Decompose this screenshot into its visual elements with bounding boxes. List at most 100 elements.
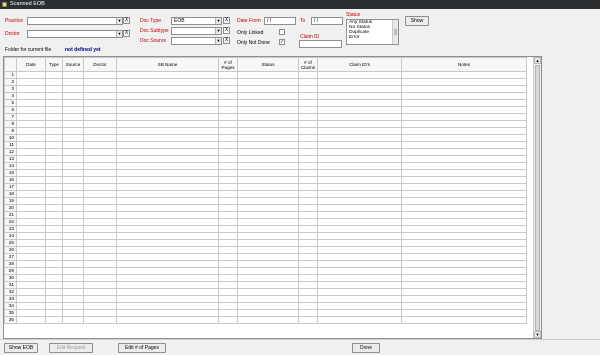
grid-cell[interactable] <box>218 155 238 163</box>
table-row[interactable]: 31 <box>4 281 527 289</box>
row-number[interactable]: 6 <box>4 106 17 114</box>
grid-cell[interactable] <box>218 225 238 233</box>
grid-cell[interactable] <box>45 267 63 275</box>
grid-cell[interactable] <box>116 218 219 226</box>
grid-cell[interactable] <box>218 232 238 240</box>
grid-cell[interactable] <box>237 162 299 170</box>
table-row[interactable]: 29 <box>4 267 527 275</box>
grid-cell[interactable] <box>401 134 527 142</box>
grid-cell[interactable] <box>16 302 46 310</box>
row-number[interactable]: 23 <box>4 225 17 233</box>
grid-cell[interactable] <box>218 211 238 219</box>
edit-request-button[interactable]: Edit Request <box>49 343 93 353</box>
table-row[interactable]: 22 <box>4 218 527 226</box>
grid-cell[interactable] <box>45 295 63 303</box>
grid-cell[interactable] <box>298 162 318 170</box>
grid-cell[interactable] <box>116 120 219 128</box>
grid-cell[interactable] <box>62 85 84 93</box>
grid-cell[interactable] <box>401 232 527 240</box>
grid-cell[interactable] <box>317 78 402 86</box>
grid-cell[interactable] <box>237 295 299 303</box>
grid-cell[interactable] <box>45 197 63 205</box>
grid-cell[interactable] <box>62 316 84 324</box>
grid-cell[interactable] <box>116 141 219 149</box>
grid-cell[interactable] <box>401 148 527 156</box>
grid-cell[interactable] <box>237 190 299 198</box>
grid-cell[interactable] <box>401 253 527 261</box>
row-number[interactable]: 5 <box>4 99 17 107</box>
only-not-done-checkbox[interactable]: ✓ <box>279 39 285 45</box>
grid-cell[interactable] <box>218 78 238 86</box>
grid-cell[interactable] <box>401 190 527 198</box>
grid-cell[interactable] <box>45 302 63 310</box>
grid-cell[interactable] <box>16 106 46 114</box>
grid-cell[interactable] <box>62 169 84 177</box>
grid-cell[interactable] <box>317 225 402 233</box>
grid-cell[interactable] <box>16 316 46 324</box>
grid-cell[interactable] <box>317 288 402 296</box>
grid-cell[interactable] <box>83 204 117 212</box>
row-number[interactable]: 12 <box>4 148 17 156</box>
grid-cell[interactable] <box>16 253 46 261</box>
status-scrollbar[interactable] <box>392 20 398 44</box>
row-number[interactable]: 26 <box>4 246 17 254</box>
grid-cell[interactable] <box>83 239 117 247</box>
grid-cell[interactable] <box>317 211 402 219</box>
column-header[interactable]: Source <box>62 57 84 72</box>
grid-cell[interactable] <box>218 295 238 303</box>
grid-cell[interactable] <box>317 309 402 317</box>
grid-cell[interactable] <box>317 85 402 93</box>
doc-source-clear-button[interactable]: X <box>223 37 230 44</box>
grid-cell[interactable] <box>237 92 299 100</box>
grid-cell[interactable] <box>298 316 318 324</box>
grid-cell[interactable] <box>116 169 219 177</box>
grid-cell[interactable] <box>16 190 46 198</box>
grid-cell[interactable] <box>317 267 402 275</box>
grid-cell[interactable] <box>218 85 238 93</box>
row-number[interactable]: 14 <box>4 162 17 170</box>
grid-cell[interactable] <box>62 309 84 317</box>
grid-cell[interactable] <box>401 274 527 282</box>
grid-cell[interactable] <box>317 260 402 268</box>
grid-cell[interactable] <box>62 302 84 310</box>
grid-cell[interactable] <box>83 141 117 149</box>
grid-cell[interactable] <box>317 120 402 128</box>
grid-cell[interactable] <box>298 141 318 149</box>
grid-cell[interactable] <box>16 232 46 240</box>
grid-cell[interactable] <box>401 211 527 219</box>
grid-cell[interactable] <box>83 78 117 86</box>
row-number[interactable]: 28 <box>4 260 17 268</box>
table-row[interactable]: 28 <box>4 260 527 268</box>
grid-cell[interactable] <box>45 85 63 93</box>
grid-cell[interactable] <box>83 225 117 233</box>
grid-cell[interactable] <box>16 288 46 296</box>
grid-cell[interactable] <box>237 288 299 296</box>
grid-cell[interactable] <box>401 267 527 275</box>
row-number[interactable]: 29 <box>4 267 17 275</box>
grid-cell[interactable] <box>45 162 63 170</box>
grid-cell[interactable] <box>45 183 63 191</box>
grid-cell[interactable] <box>298 85 318 93</box>
grid-cell[interactable] <box>62 190 84 198</box>
grid-cell[interactable] <box>16 120 46 128</box>
chevron-down-icon[interactable]: ▼ <box>215 18 221 24</box>
grid-cell[interactable] <box>16 71 46 79</box>
grid-cell[interactable] <box>62 183 84 191</box>
grid-cell[interactable] <box>237 260 299 268</box>
grid-cell[interactable] <box>317 281 402 289</box>
row-number[interactable]: 31 <box>4 281 17 289</box>
grid-cell[interactable] <box>298 204 318 212</box>
grid-cell[interactable] <box>401 92 527 100</box>
grid-cell[interactable] <box>237 106 299 114</box>
grid-cell[interactable] <box>62 162 84 170</box>
grid-cell[interactable] <box>298 281 318 289</box>
grid-cell[interactable] <box>45 309 63 317</box>
grid-cell[interactable] <box>62 148 84 156</box>
grid-cell[interactable] <box>218 274 238 282</box>
grid-cell[interactable] <box>16 85 46 93</box>
grid-cell[interactable] <box>45 127 63 135</box>
row-number[interactable]: 20 <box>4 204 17 212</box>
grid-cell[interactable] <box>45 92 63 100</box>
grid-cell[interactable] <box>317 302 402 310</box>
grid-cell[interactable] <box>298 106 318 114</box>
